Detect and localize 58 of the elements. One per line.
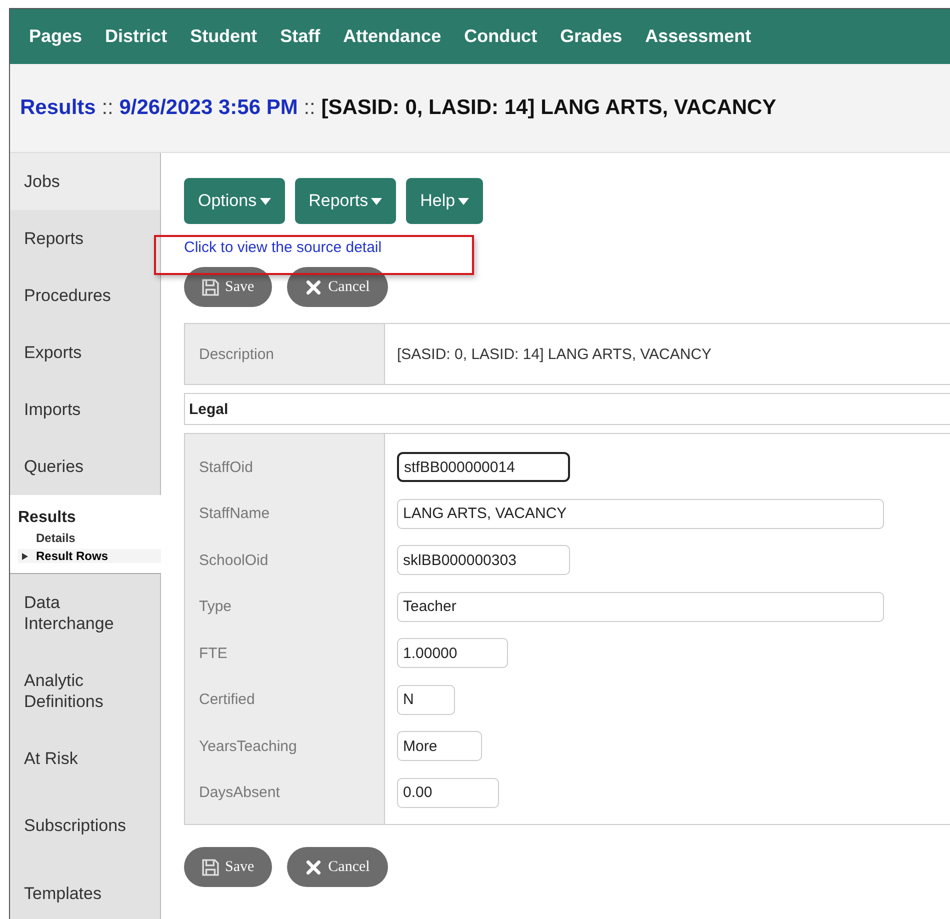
sidebar-item[interactable]: Jobs — [10, 153, 160, 210]
nav-item[interactable]: Grades — [560, 26, 622, 47]
input-field[interactable]: 0.00 — [397, 778, 499, 808]
close-icon — [305, 858, 322, 876]
nav-item[interactable]: Assessment — [645, 26, 752, 47]
nav-item[interactable]: Pages — [29, 26, 82, 47]
close-icon — [305, 278, 322, 296]
save-icon — [202, 278, 219, 296]
menu-button[interactable]: Reports — [294, 178, 396, 224]
nav-item[interactable]: Staff — [280, 26, 320, 47]
cancel-button[interactable]: Cancel — [287, 847, 388, 887]
sidebar-item[interactable]: Procedures — [10, 267, 160, 324]
input-field[interactable]: 1.00000 — [397, 638, 508, 668]
input-field[interactable]: N — [397, 684, 455, 715]
caret-icon — [371, 198, 382, 204]
source-detail-link[interactable]: Click to view the source detail — [184, 239, 382, 256]
sidebar-item[interactable]: Results — [18, 509, 161, 527]
sidebar-subitem[interactable]: Details — [18, 531, 161, 545]
input-field[interactable]: sklBB000000303 — [397, 545, 570, 576]
save-icon — [202, 858, 219, 876]
nav-item[interactable]: Attendance — [343, 26, 442, 47]
field-label: StaffOid — [199, 458, 253, 476]
field-label: Type — [199, 598, 232, 616]
field-label: YearsTeaching — [199, 738, 297, 755]
save-button[interactable]: Save — [184, 847, 272, 887]
page-title: Results :: 9/26/2023 3:56 PM :: [SASID: 0, LASID: 14] LANG ARTS, VACANCY — [20, 96, 776, 120]
field-label: StaffName — [199, 505, 270, 522]
sidebar-item[interactable]: Templates — [10, 865, 160, 919]
description-value: [SASID: 0, LASID: 14] LANG ARTS, VACANCY — [396, 344, 712, 364]
menu-button[interactable]: Options — [184, 178, 285, 224]
input-field[interactable]: stfBB000000014 — [397, 452, 570, 482]
sidebar-subitem[interactable]: Result Rows — [18, 549, 161, 563]
field-label: DaysAbsent — [199, 784, 280, 802]
field-label: FTE — [199, 644, 228, 662]
nav-item[interactable]: District — [105, 26, 168, 47]
field-label: SchoolOid — [199, 552, 268, 569]
sidebar-item[interactable]: Reports — [10, 210, 160, 267]
section-title: Legal — [184, 393, 950, 425]
sidebar-item[interactable]: Analytic Definitions — [10, 652, 160, 730]
save-button[interactable]: Save — [184, 267, 272, 307]
sidebar-item[interactable]: Exports — [10, 324, 160, 381]
field-label: Certified — [199, 691, 255, 708]
menu-button[interactable]: Help — [406, 178, 484, 224]
triangle-icon — [22, 553, 28, 560]
nav-item[interactable]: Student — [190, 26, 258, 47]
sidebar-item[interactable]: Queries — [10, 438, 160, 495]
sidebar-item[interactable]: At Risk — [10, 730, 160, 787]
sidebar-item[interactable]: Data Interchange — [10, 574, 160, 652]
input-field[interactable]: Teacher — [397, 592, 884, 622]
nav-item[interactable]: Conduct — [464, 26, 538, 47]
input-field[interactable]: More — [397, 731, 482, 762]
cancel-button[interactable]: Cancel — [287, 267, 388, 307]
input-field[interactable]: LANG ARTS, VACANCY — [397, 498, 884, 529]
sidebar-item[interactable]: Imports — [10, 381, 160, 438]
caret-icon — [458, 198, 470, 204]
caret-icon — [260, 198, 271, 204]
field-label: Description — [185, 324, 385, 384]
sidebar-item[interactable]: Subscriptions — [10, 787, 160, 865]
